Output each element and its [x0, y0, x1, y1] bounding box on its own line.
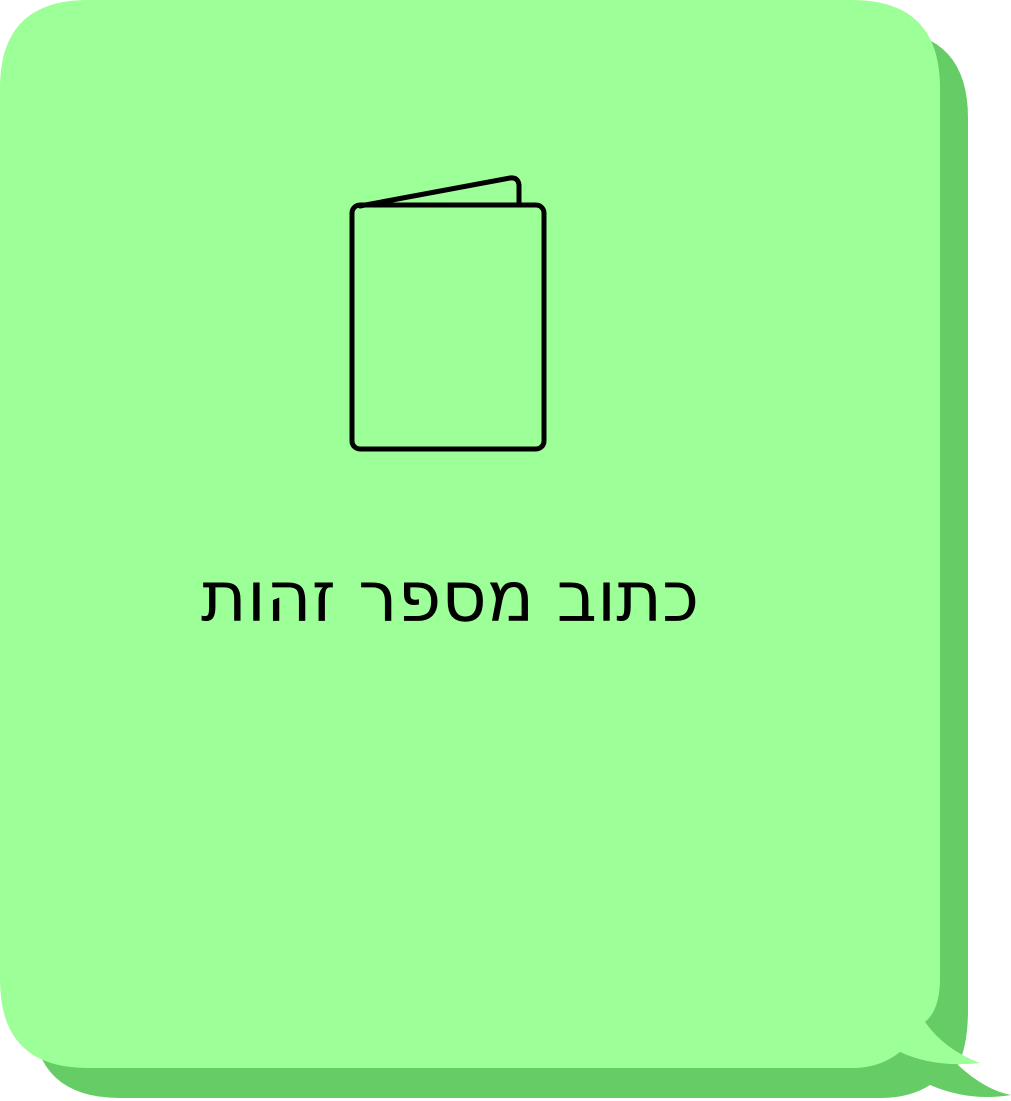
speech-bubble-card[interactable]: כתוב מספר זהות — [0, 0, 1011, 1101]
card-content: כתוב מספר זהות — [0, 0, 940, 1068]
id-card-icon — [349, 175, 547, 452]
card-label: כתוב מספר זהות — [200, 556, 700, 638]
